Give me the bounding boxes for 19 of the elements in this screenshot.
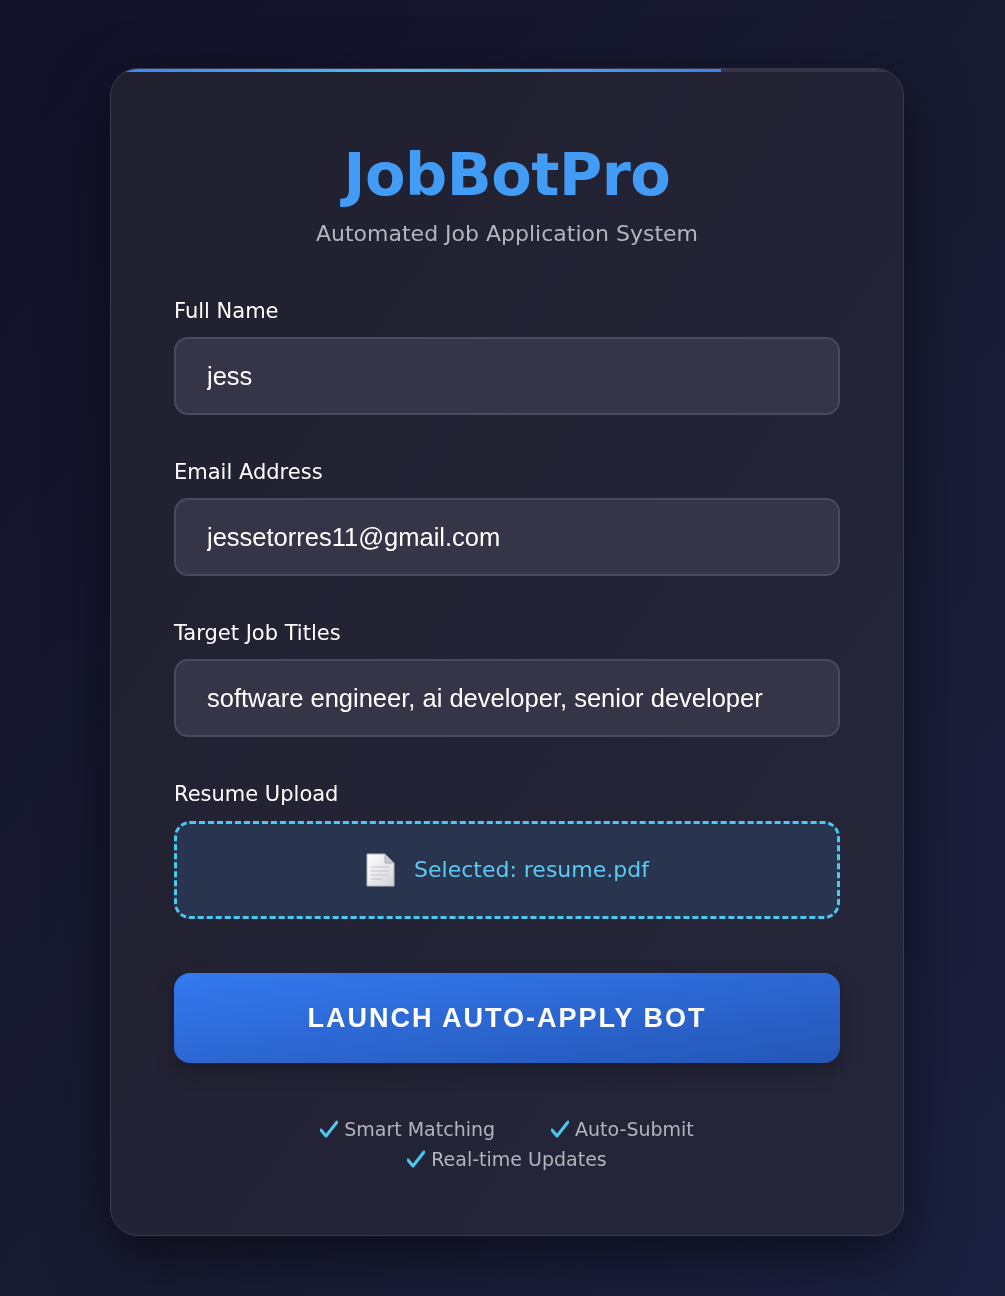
app-title: JobBotPro [174,141,840,208]
feature-text: Auto-Submit [575,1117,694,1142]
field-label: Email Address [174,459,324,486]
field-label: Target Job Titles [174,620,342,647]
text-input[interactable]: jessetorres11@gmail.com [174,498,840,576]
feature-text: Smart Matching [344,1117,496,1142]
text-input[interactable]: software engineer, ai developer, senior developer [174,659,840,737]
field-label: Full Name [174,298,280,325]
check-icon [407,1150,426,1168]
document-icon [365,853,396,887]
check-icon [551,1120,570,1138]
check-icon [320,1120,339,1138]
feature-text: Real-time Updates [431,1147,607,1172]
field-label: Resume Upload [174,781,340,808]
app-subtitle: Automated Job Application System [315,220,699,248]
file-drop-zone[interactable]: Selected: resume.pdf [174,821,840,919]
text-input[interactable]: jess [174,337,840,415]
upload-status-text: Selected: resume.pdf [414,856,649,884]
submit-button[interactable]: LAUNCH AUTO-APPLY BOT [174,973,840,1063]
